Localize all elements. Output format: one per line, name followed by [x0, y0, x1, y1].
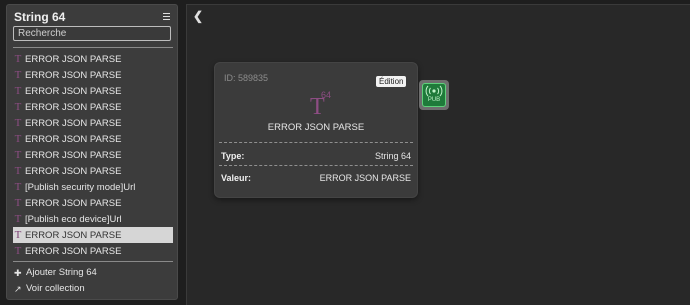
list-item[interactable]: T ERROR JSON PARSE: [13, 67, 173, 83]
list-item-label: ERROR JSON PARSE: [25, 69, 122, 81]
list-item-label: ERROR JSON PARSE: [25, 149, 122, 161]
pub-label: PUB: [427, 97, 441, 103]
string-type-icon: T: [14, 117, 22, 129]
list-item[interactable]: T ERROR JSON PARSE: [13, 147, 173, 163]
external-link-icon: ↗: [14, 283, 22, 294]
string-type-icon: T: [14, 133, 22, 145]
list-item[interactable]: T ERROR JSON PARSE: [13, 131, 173, 147]
view-collection-link[interactable]: ↗ Voir collection: [14, 283, 85, 294]
list-item[interactable]: T [Publish eco device]Url: [13, 211, 173, 227]
value-key: Valeur:: [221, 173, 252, 183]
list-item-label: [Publish eco device]Url: [25, 213, 122, 225]
list-menu-icon[interactable]: [163, 13, 170, 21]
list-item[interactable]: T ERROR JSON PARSE: [13, 163, 173, 179]
string-type-icon: T: [14, 69, 22, 81]
item-list: T ERROR JSON PARSE T ERROR JSON PARSE T ERROR…: [13, 51, 173, 259]
list-item[interactable]: T ERROR JSON PARSE: [13, 227, 173, 243]
type-value: String 64: [374, 151, 411, 161]
string-type-icon: T: [14, 53, 22, 65]
type-key: Type:: [221, 151, 245, 161]
list-item-label: ERROR JSON PARSE: [25, 197, 122, 209]
value-value: ERROR JSON PARSE: [319, 173, 411, 183]
search-input[interactable]: [13, 26, 171, 41]
string-type-icon: T: [14, 181, 22, 193]
string-type-icon: T: [14, 85, 22, 97]
list-item[interactable]: T ERROR JSON PARSE: [13, 195, 173, 211]
string-type-icon: T: [14, 213, 22, 225]
string-type-icon: T: [14, 197, 22, 209]
list-item[interactable]: T ERROR JSON PARSE: [13, 51, 173, 67]
list-item-label: ERROR JSON PARSE: [25, 245, 122, 257]
back-chevron-icon[interactable]: ❮: [193, 9, 203, 23]
list-item[interactable]: T ERROR JSON PARSE: [13, 115, 173, 131]
card-name: ERROR JSON PARSE: [267, 122, 365, 133]
add-string-button[interactable]: ✚ Ajouter String 64: [14, 267, 97, 278]
broadcast-icon: [425, 85, 443, 97]
divider: [13, 47, 173, 48]
edit-button[interactable]: Édition: [376, 76, 407, 87]
list-item-label: ERROR JSON PARSE: [25, 133, 122, 145]
list-item-label: ERROR JSON PARSE: [25, 101, 122, 113]
list-item-label: ERROR JSON PARSE: [25, 165, 122, 177]
string-type-logo-icon: T 64: [310, 90, 331, 118]
divider: [219, 142, 413, 143]
list-item[interactable]: T ERROR JSON PARSE: [13, 99, 173, 115]
sidebar-header: String 64: [7, 5, 177, 27]
string-type-icon: T: [14, 101, 22, 113]
sidebar: String 64 TERROR JSON PARSETERROR JSON P…: [6, 4, 178, 300]
add-string-label: Ajouter String 64: [26, 267, 97, 278]
list-item-label: ERROR JSON PARSE: [25, 117, 122, 129]
list-item-label: ERROR JSON PARSE: [25, 53, 122, 65]
string-type-icon: T: [14, 149, 22, 161]
list-item[interactable]: T ERROR JSON PARSE: [13, 83, 173, 99]
list-item-label: ERROR JSON PARSE: [25, 229, 122, 241]
list-item[interactable]: T ERROR JSON PARSE: [13, 243, 173, 259]
list-item[interactable]: T [Publish security mode]Url: [13, 179, 173, 195]
type-row: Type: String 64: [221, 151, 411, 161]
string-type-icon: T: [14, 245, 22, 257]
pub-widget[interactable]: PUB: [419, 80, 449, 110]
string-type-icon: T: [14, 229, 22, 241]
string-type-icon: T: [14, 165, 22, 177]
list-item-label: [Publish security mode]Url: [25, 181, 136, 193]
pub-button[interactable]: PUB: [422, 83, 446, 107]
svg-text:64: 64: [321, 90, 331, 100]
item-card: ID: 589835 Édition T 64 ERROR JSON PARSE…: [214, 62, 418, 198]
divider: [13, 261, 173, 262]
value-row: Valeur: ERROR JSON PARSE: [221, 173, 411, 183]
divider: [219, 165, 413, 166]
sidebar-title: String 64: [14, 10, 66, 24]
list-item-label: ERROR JSON PARSE: [25, 85, 122, 97]
add-icon: ✚: [14, 267, 22, 278]
view-collection-label: Voir collection: [26, 283, 85, 294]
card-id: ID: 589835: [224, 73, 269, 83]
